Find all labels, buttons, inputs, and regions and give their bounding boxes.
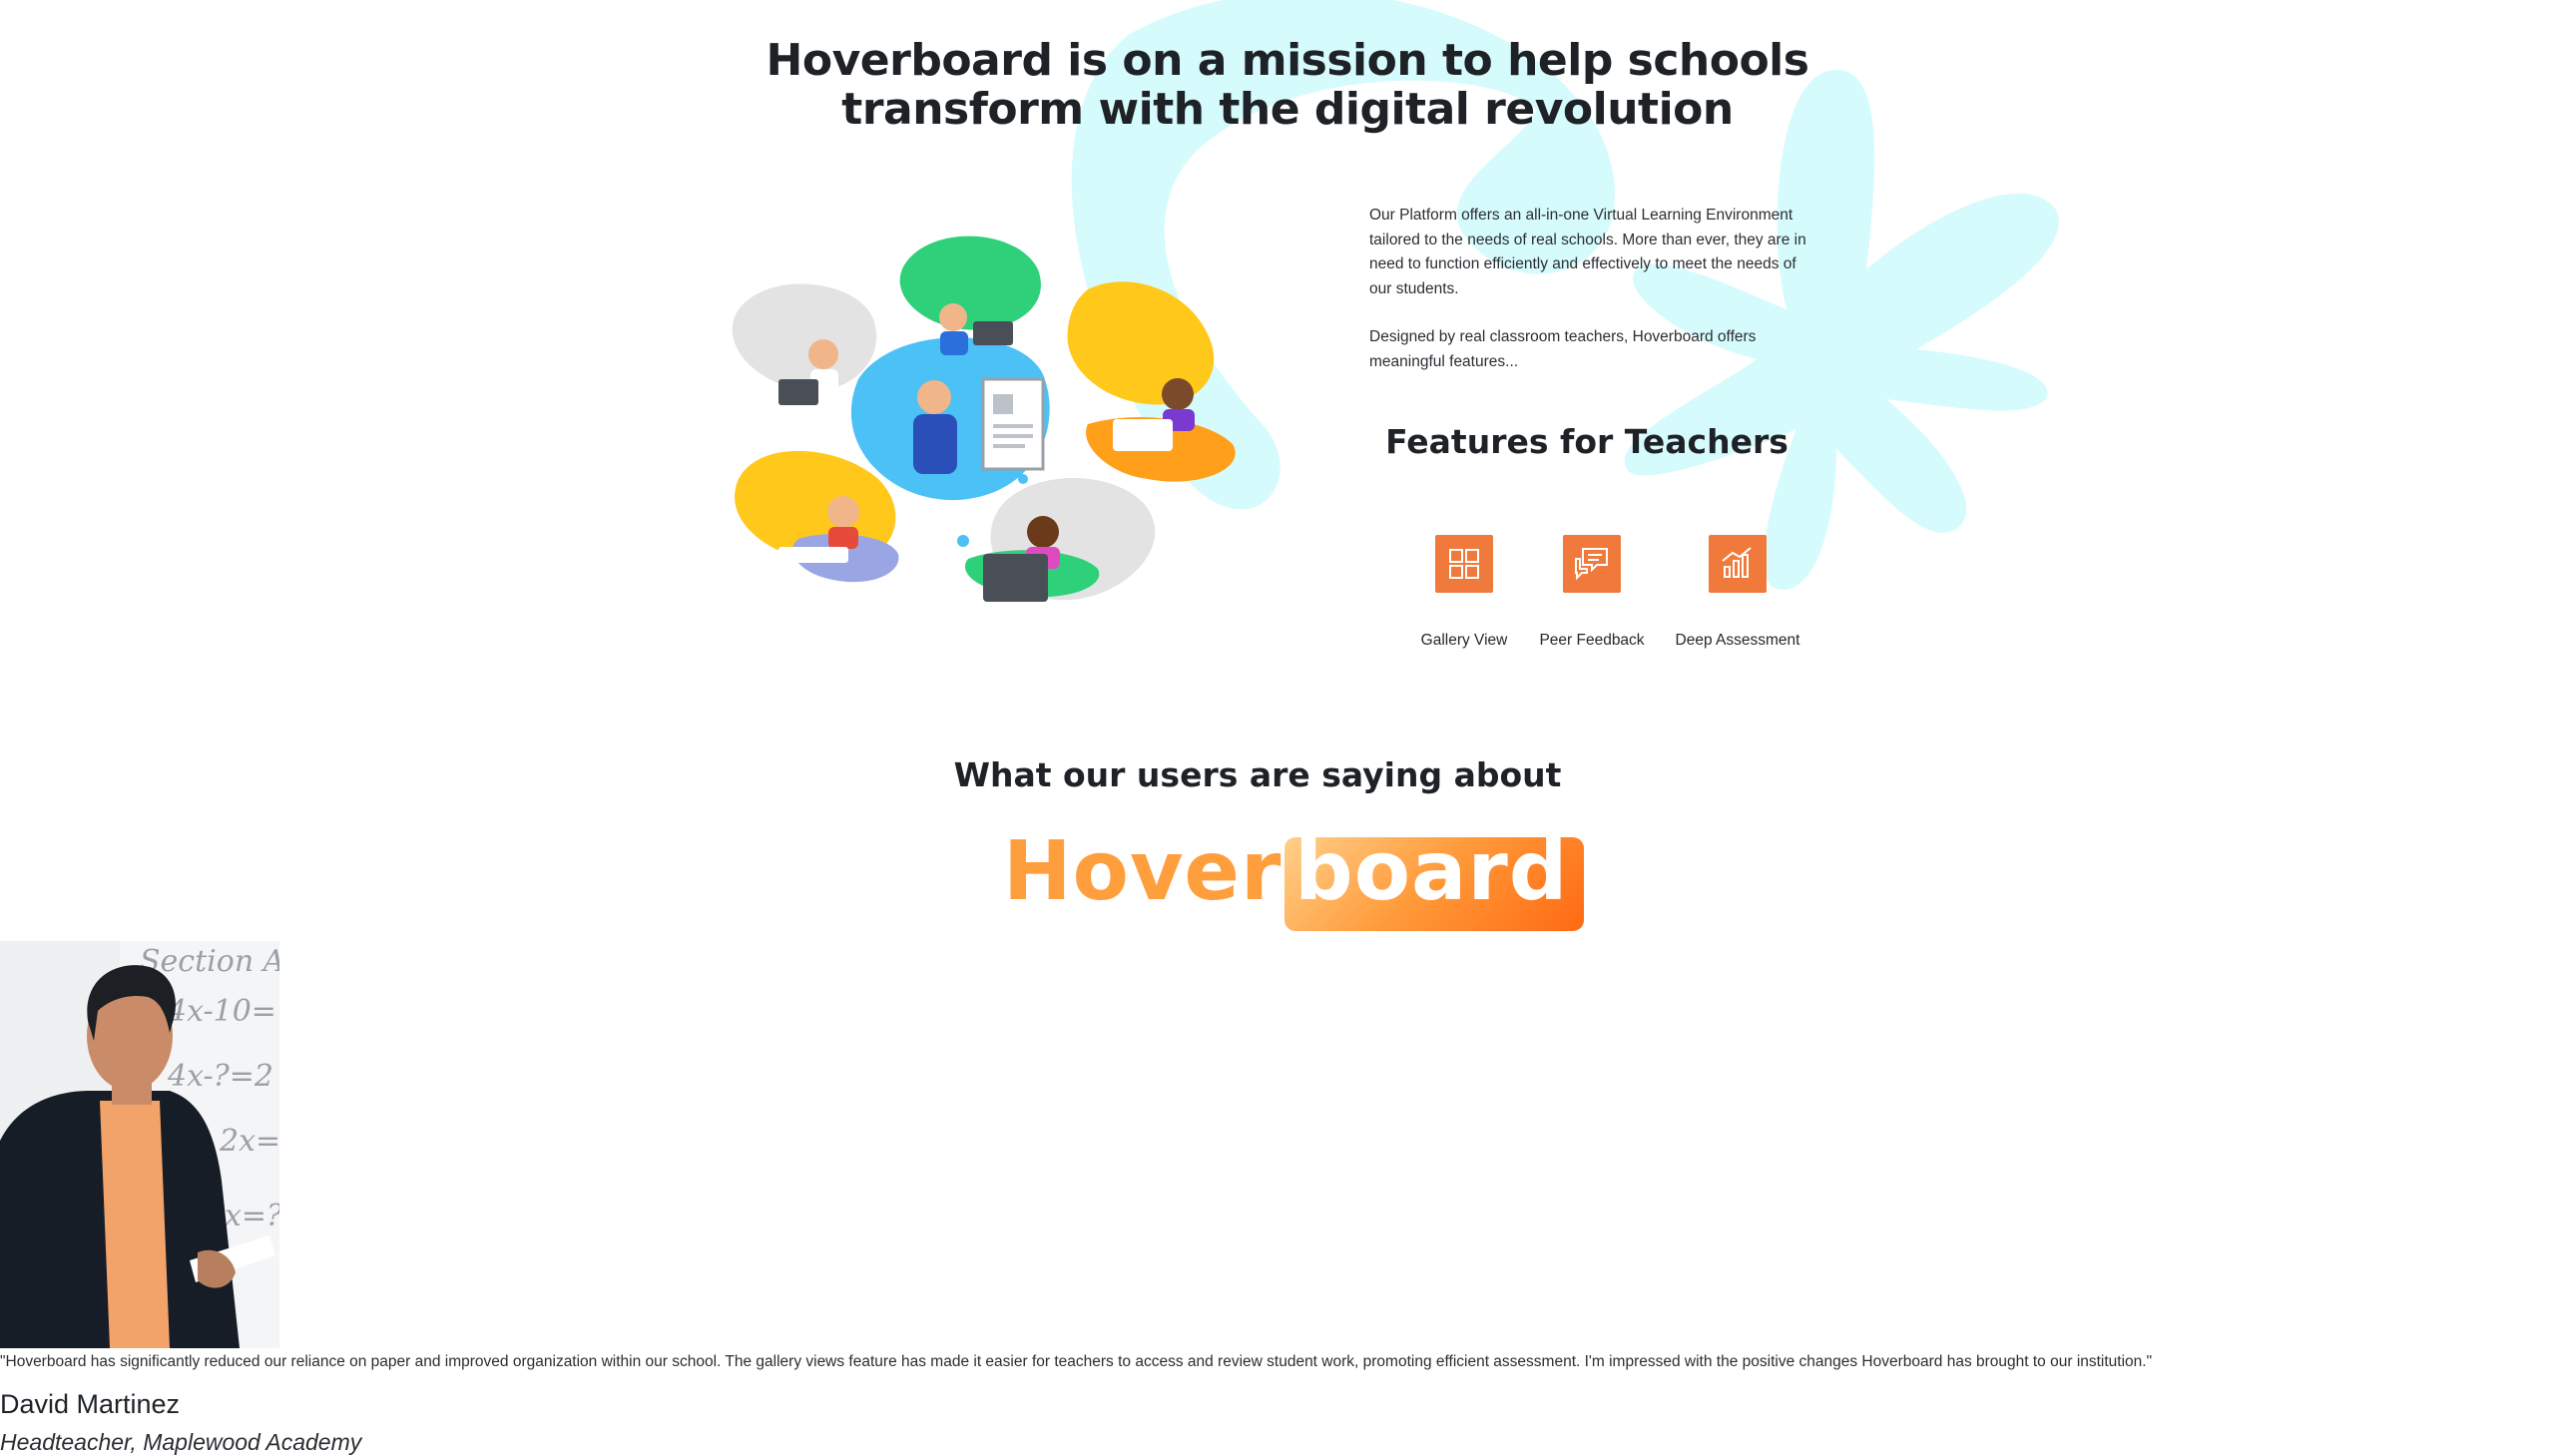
feature-peer-feedback[interactable]: Peer Feedback <box>1522 535 1662 650</box>
intro-paragraph-1: Our Platform offers an all-in-one Virtua… <box>1369 207 1806 297</box>
testimonial-author-name: David Martinez <box>0 1389 181 1419</box>
board-text: 2x= <box>219 1124 279 1159</box>
classroom-illustration <box>732 236 1236 602</box>
feature-label: Peer Feedback <box>1539 632 1645 649</box>
feature-deep-assessment[interactable]: Deep Assessment <box>1668 535 1807 650</box>
features-heading: Features for Teachers <box>1385 422 1788 461</box>
gallery-grid-icon <box>1435 535 1493 593</box>
feature-gallery-view[interactable]: Gallery View <box>1394 535 1534 650</box>
hoverboard-logo: Hover board <box>1003 830 1602 936</box>
mission-title: Hoverboard is on a mission to help schoo… <box>759 36 1816 134</box>
testimonial-photo: Section A 4x-10= 4x-?=2 2x= x=? <box>0 941 279 1348</box>
testimonial-author-role: Headteacher, Maplewood Academy <box>0 1429 362 1455</box>
mission-title-line2: transform with the digital revolution <box>841 84 1734 135</box>
chat-bubbles-icon <box>1563 535 1621 593</box>
board-text: 4x-10= <box>167 994 276 1029</box>
intro-text: Our Platform offers an all-in-one Virtua… <box>1369 204 1808 398</box>
mission-title-line1: Hoverboard is on a mission to help schoo… <box>766 35 1809 86</box>
logo-board-text: board <box>1294 824 1569 919</box>
logo-hover-text: Hover <box>1003 824 1282 919</box>
bar-chart-icon <box>1709 535 1767 593</box>
testimonial-quote: "Hoverboard has significantly reduced ou… <box>0 1353 2153 1370</box>
feature-label: Gallery View <box>1420 632 1508 649</box>
testimonials-heading: What our users are saying about <box>953 755 1562 794</box>
intro-paragraph-2: Designed by real classroom teachers, Hov… <box>1369 328 1757 370</box>
board-text: x=? <box>225 1199 279 1233</box>
feature-label: Deep Assessment <box>1675 632 1800 649</box>
board-text: 4x-?=2 <box>167 1059 273 1094</box>
